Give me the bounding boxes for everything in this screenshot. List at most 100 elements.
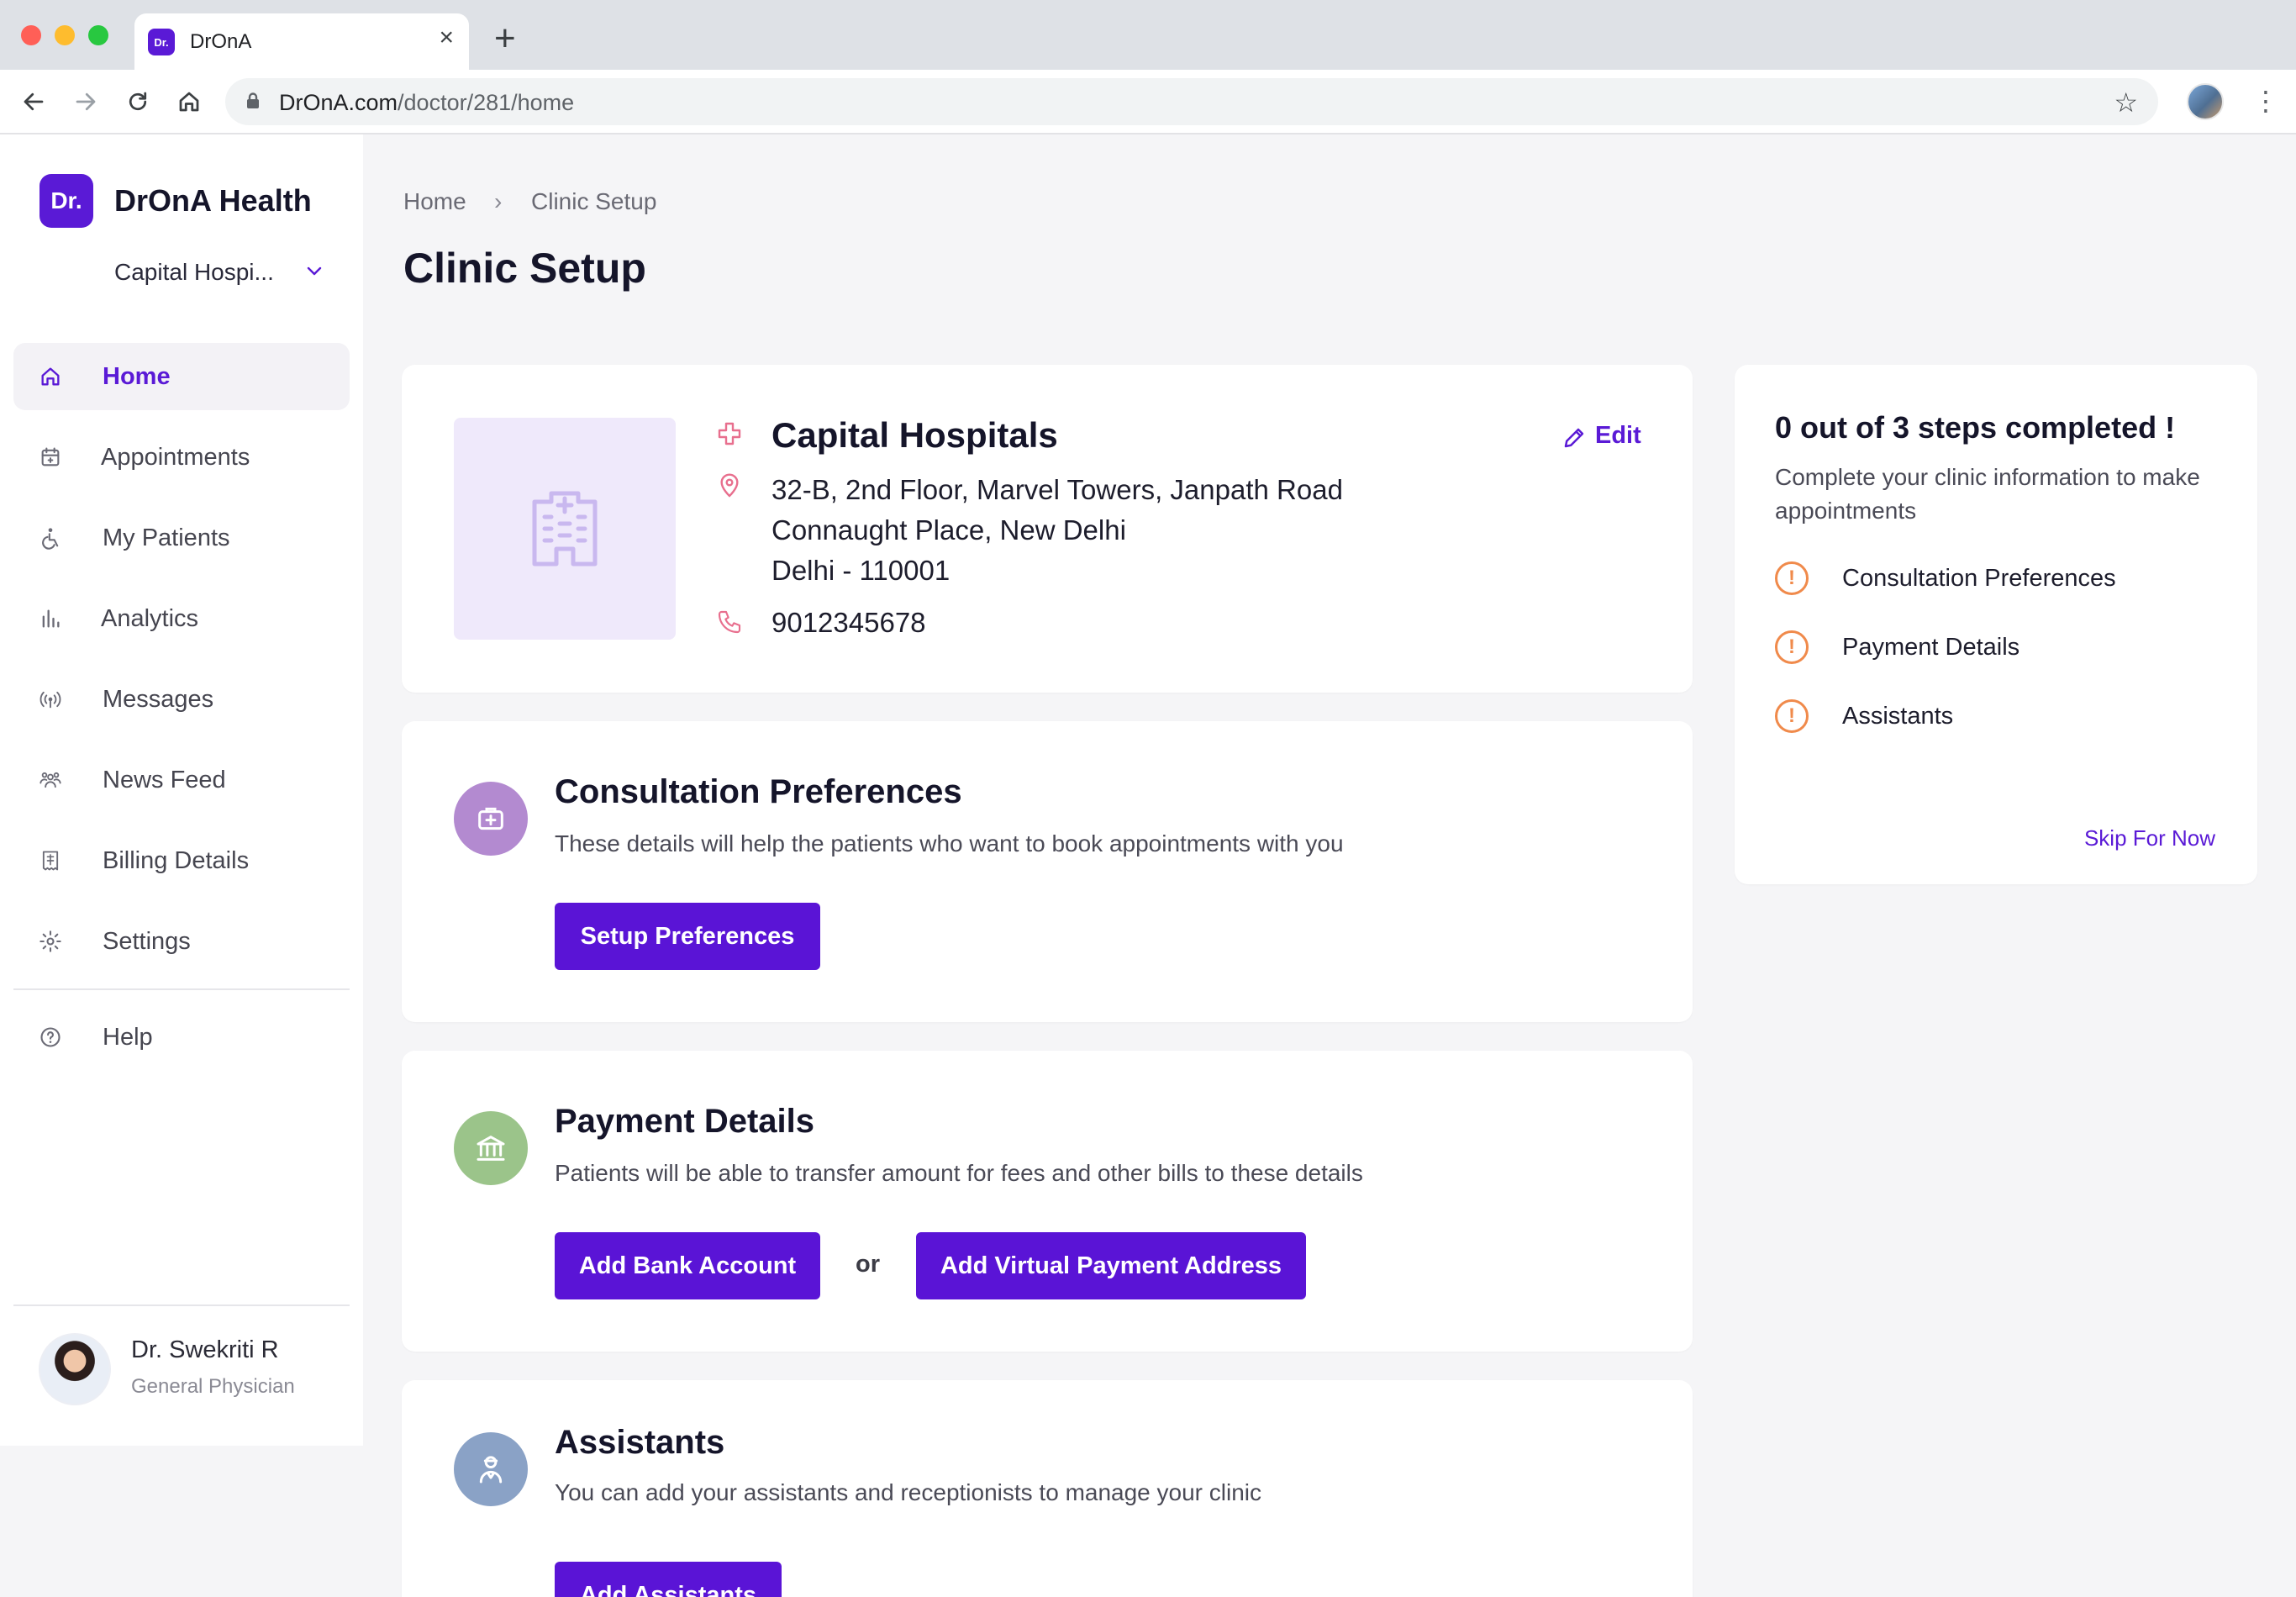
broadcast-icon (39, 691, 61, 709)
brand-name: DrOnA Health (114, 183, 312, 218)
section-description: You can add your assistants and receptio… (555, 1479, 1262, 1505)
maximize-window-button[interactable] (88, 25, 108, 45)
browser-tab-strip: Dr. DrOnA × + (0, 0, 2296, 70)
chevron-down-icon[interactable] (304, 261, 324, 281)
logo-icon: Dr. (39, 174, 93, 228)
breadcrumb-home[interactable]: Home (403, 188, 466, 215)
favicon-icon: Dr. (148, 29, 175, 55)
sidebar-item-label: Messages (103, 686, 214, 713)
sidebar-item-billing-details[interactable]: Billing Details (13, 827, 350, 894)
back-icon[interactable] (18, 87, 49, 117)
steps-progress-subtitle: Complete your clinic information to make… (1775, 464, 2200, 524)
consultation-icon (454, 782, 528, 856)
user-role: General Physician (131, 1375, 295, 1398)
sidebar: Dr. DrOnA Health Capital Hospi... Home A… (0, 134, 363, 1446)
sidebar-item-label: Analytics (101, 605, 199, 632)
sidebar-item-label: Home (103, 363, 171, 390)
sidebar-divider (13, 1304, 350, 1306)
location-pin-icon (720, 473, 739, 498)
clinic-name: Capital Hospitals (771, 415, 1058, 455)
home-page-icon[interactable] (174, 87, 204, 117)
url-text: DrOnA.com/doctor/281/home (279, 90, 575, 115)
minimize-window-button[interactable] (55, 25, 75, 45)
assistants-card: Assistants You can add your assistants a… (402, 1380, 1693, 1597)
address-bar[interactable]: DrOnA.com/doctor/281/home ☆ (225, 78, 2158, 125)
building-icon (532, 491, 598, 567)
sidebar-item-label: Settings (103, 928, 191, 955)
reload-icon[interactable] (123, 87, 153, 117)
setup-preferences-button[interactable]: Setup Preferences (555, 903, 820, 970)
clinic-address-line: 32-B, 2nd Floor, Marvel Towers, Janpath … (771, 474, 1343, 505)
step-label: Assistants (1842, 703, 1954, 730)
edit-label: Edit (1595, 422, 1641, 449)
user-name: Dr. Swekriti R (131, 1336, 279, 1363)
add-bank-account-button[interactable]: Add Bank Account (555, 1232, 820, 1299)
section-title: Assistants (555, 1424, 725, 1461)
sidebar-item-home[interactable]: Home (13, 343, 350, 410)
tab-close-icon[interactable]: × (439, 25, 454, 50)
section-title: Payment Details (555, 1103, 815, 1140)
setup-progress-card: 0 out of 3 steps completed ! Complete yo… (1735, 365, 2257, 884)
browser-tab[interactable]: Dr. DrOnA × (134, 13, 469, 70)
medical-cross-icon (718, 422, 741, 445)
clinic-image-placeholder (454, 418, 676, 640)
sidebar-item-messages[interactable]: Messages (13, 666, 350, 733)
tab-title: DrOnA (190, 30, 252, 53)
clinic-info-card: Capital Hospitals Edit 32-B, 2nd Floor, … (402, 365, 1693, 693)
steps-progress-title: 0 out of 3 steps completed ! (1775, 410, 2176, 445)
breadcrumb-current: Clinic Setup (531, 188, 657, 214)
browser-menu-icon[interactable]: ⋮ (2252, 85, 2279, 117)
breadcrumb-separator: › (494, 188, 503, 214)
bank-icon (454, 1111, 528, 1185)
sidebar-item-my-patients[interactable]: My Patients (13, 504, 350, 572)
sidebar-item-label: Appointments (101, 444, 250, 471)
bookmark-star-icon[interactable]: ☆ (2114, 87, 2138, 119)
edit-clinic-button[interactable]: Edit (1556, 420, 1649, 454)
profile-avatar[interactable] (2187, 83, 2224, 120)
browser-toolbar: DrOnA.com/doctor/281/home ☆ ⋮ (0, 70, 2296, 134)
section-title: Consultation Preferences (555, 773, 962, 810)
warning-icon: ! (1775, 699, 1809, 733)
add-vpa-button[interactable]: Add Virtual Payment Address (916, 1232, 1306, 1299)
calendar-icon (41, 447, 60, 466)
receipt-icon (42, 851, 59, 871)
lock-icon (247, 92, 259, 108)
sidebar-divider (13, 988, 350, 990)
sidebar-item-help[interactable]: Help (13, 1004, 350, 1071)
pencil-icon (1564, 428, 1584, 448)
home-icon (41, 367, 60, 386)
assistant-icon (454, 1432, 528, 1506)
sidebar-item-appointments[interactable]: Appointments (13, 424, 350, 491)
sidebar-item-label: My Patients (103, 524, 230, 551)
section-description: These details will help the patients who… (555, 830, 1344, 856)
warning-icon: ! (1775, 630, 1809, 664)
payment-details-card: Payment Details Patients will be able to… (402, 1051, 1693, 1352)
consultation-preferences-card: Consultation Preferences These details w… (402, 721, 1693, 1022)
add-assistants-button[interactable]: Add Assistants (555, 1562, 782, 1597)
section-description: Patients will be able to transfer amount… (555, 1160, 1363, 1186)
clinic-address-line: Connaught Place, New Delhi (771, 514, 1126, 546)
page-title: Clinic Setup (403, 245, 646, 292)
sidebar-item-label: News Feed (103, 767, 226, 793)
sidebar-item-news-feed[interactable]: News Feed (13, 746, 350, 814)
help-icon (40, 1027, 61, 1047)
group-icon (39, 772, 61, 788)
or-separator: or (856, 1251, 880, 1278)
clinic-selector[interactable]: Capital Hospi... (114, 259, 274, 286)
phone-icon (718, 610, 741, 634)
sidebar-item-label: Billing Details (103, 847, 250, 874)
avatar[interactable] (39, 1333, 111, 1405)
patient-icon (42, 528, 59, 550)
new-tab-button[interactable]: + (494, 20, 516, 57)
bar-chart-icon (42, 609, 60, 628)
sidebar-item-settings[interactable]: Settings (13, 908, 350, 975)
close-window-button[interactable] (21, 25, 41, 45)
clinic-phone: 9012345678 (771, 607, 926, 638)
gear-icon (39, 930, 61, 952)
sidebar-item-label: Help (103, 1024, 153, 1051)
skip-for-now-link[interactable]: Skip For Now (2084, 825, 2215, 851)
warning-icon: ! (1775, 561, 1809, 595)
clinic-address-line: Delhi - 110001 (771, 555, 951, 586)
sidebar-item-analytics[interactable]: Analytics (13, 585, 350, 652)
forward-icon[interactable] (71, 87, 101, 117)
